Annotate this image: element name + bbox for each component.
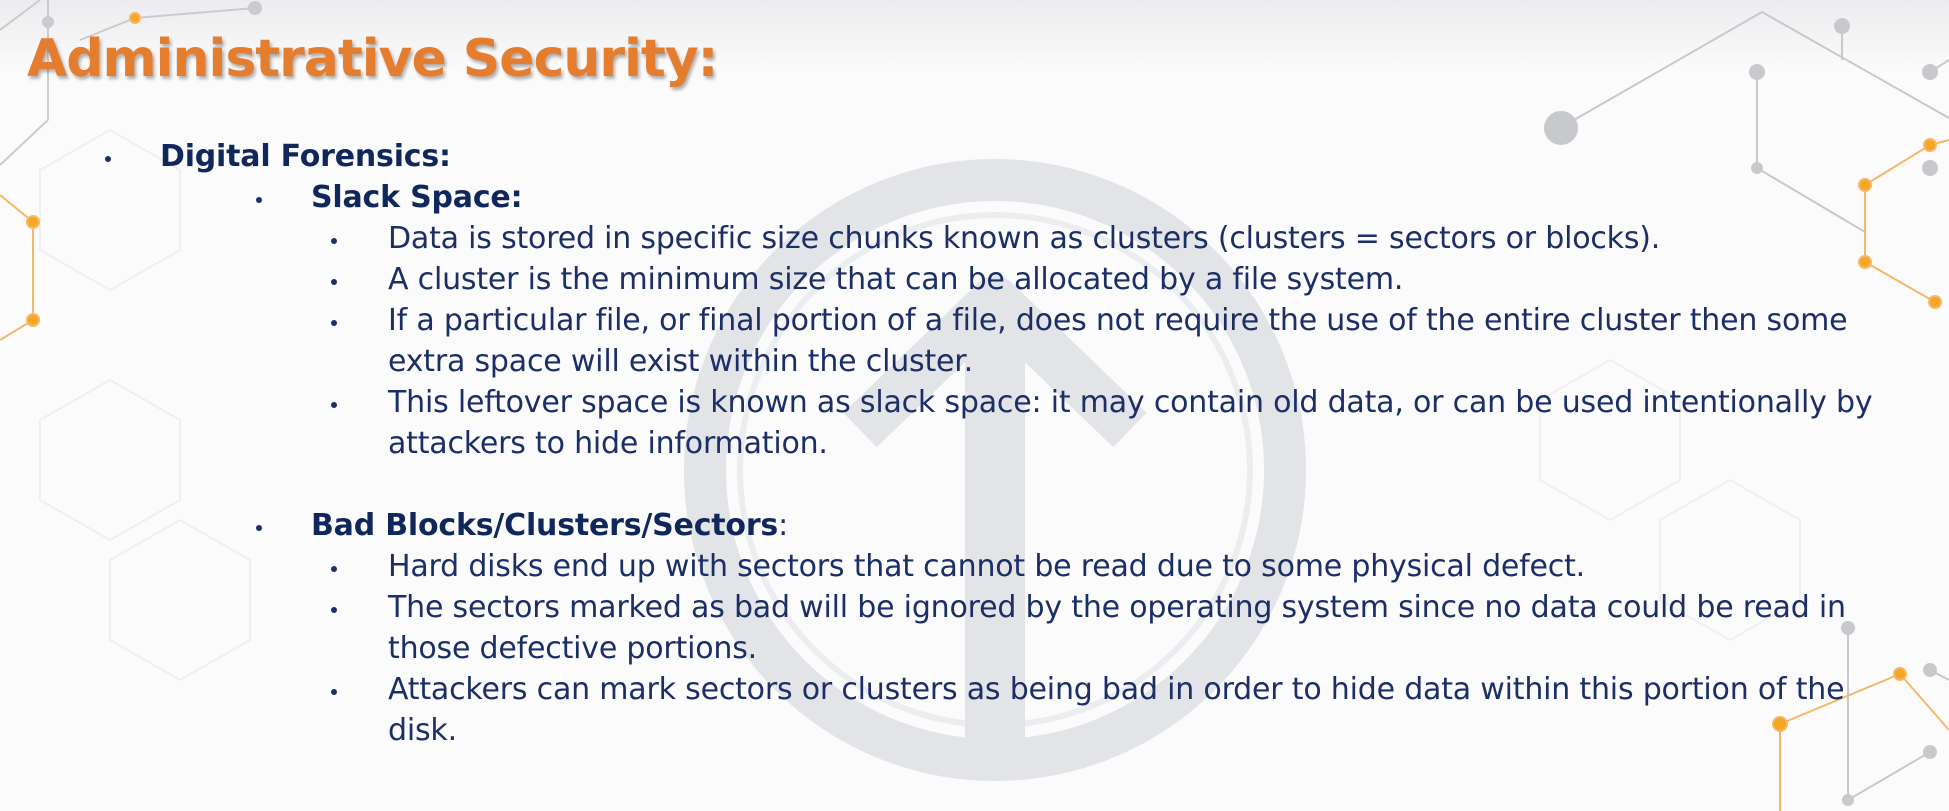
heading-bad-blocks-label: Bad Blocks/Clusters/Sectors <box>311 508 779 543</box>
heading-slack-space: Slack Space: <box>311 180 523 215</box>
list-item-continuation: attackers to hide information. <box>388 426 828 461</box>
list-item-continuation: those defective portions. <box>388 631 757 666</box>
bullet-dot <box>331 238 337 244</box>
network-top-right <box>1544 11 1949 233</box>
heading-digital-forensics: Digital Forensics: <box>160 139 451 174</box>
list-item: Hard disks end up with sectors that cann… <box>388 549 1585 584</box>
bullet-dot <box>331 279 337 285</box>
bullet-dot <box>256 197 262 203</box>
list-item: Attackers can mark sectors or clusters a… <box>388 672 1845 707</box>
heading-bad-blocks-colon: : <box>778 508 789 543</box>
list-item-continuation: disk. <box>388 713 457 748</box>
list-item: This leftover space is known as slack sp… <box>388 385 1873 420</box>
bullet-dot <box>331 689 337 695</box>
slide-title: Administrative Security: <box>27 29 718 89</box>
list-item: A cluster is the minimum size that can b… <box>388 262 1404 297</box>
bullet-dot <box>331 607 337 613</box>
heading-bad-blocks: Bad Blocks/Clusters/Sectors: <box>311 505 788 546</box>
bullet-dot <box>331 402 337 408</box>
bullet-dot <box>105 156 111 162</box>
list-item: If a particular file, or final portion o… <box>388 303 1848 338</box>
bullet-dot <box>331 320 337 326</box>
list-item: The sectors marked as bad will be ignore… <box>388 590 1846 625</box>
list-item-continuation: extra space will exist within the cluste… <box>388 344 973 379</box>
bullet-dot <box>331 566 337 572</box>
list-item: Data is stored in specific size chunks k… <box>388 221 1661 256</box>
network-bottom-right <box>1841 621 1949 806</box>
bullet-dot <box>256 525 262 531</box>
